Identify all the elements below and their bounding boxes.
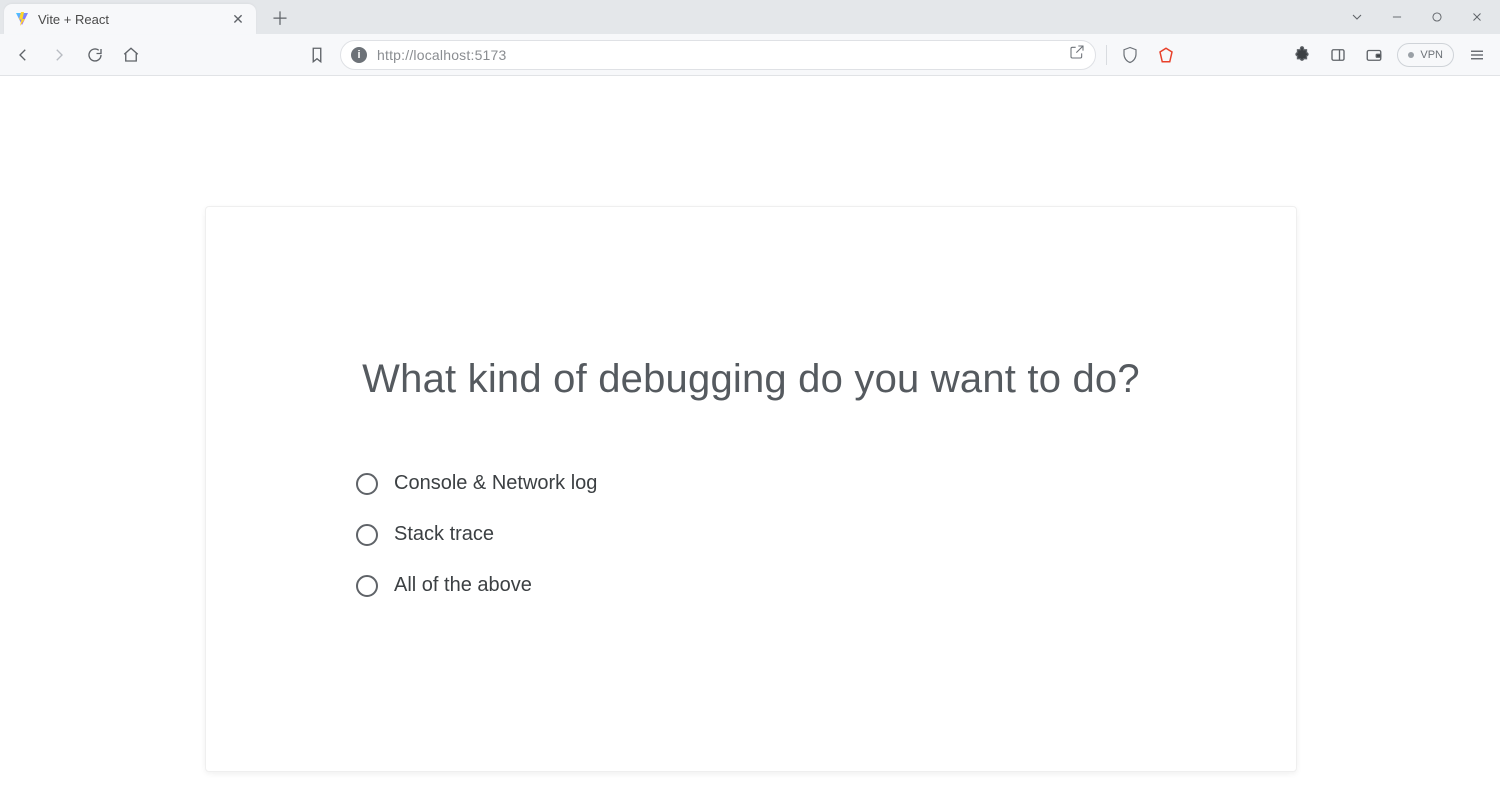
window-maximize-icon[interactable] [1428,8,1446,26]
extensions-icon[interactable] [1289,42,1315,68]
brave-logo-icon[interactable] [1153,42,1179,68]
toolbar-separator [1106,45,1107,65]
browser-chrome: Vite + React ✕ ＋ [0,0,1500,76]
radio-icon[interactable] [356,575,378,597]
nav-reload-icon[interactable] [82,42,108,68]
site-info-icon[interactable]: i [351,47,367,63]
radio-icon[interactable] [356,524,378,546]
option-label: All of the above [394,574,532,597]
vite-favicon-icon [14,11,30,27]
wallet-icon[interactable] [1361,42,1387,68]
option-label: Stack trace [394,523,494,546]
option-console-network[interactable]: Console & Network log [356,472,1146,495]
tab-title: Vite + React [38,12,230,27]
option-all-of-the-above[interactable]: All of the above [356,574,1146,597]
brave-shields-icon[interactable] [1117,42,1143,68]
new-tab-button[interactable]: ＋ [266,4,294,32]
app-menu-icon[interactable] [1464,42,1490,68]
option-stack-trace[interactable]: Stack trace [356,523,1146,546]
side-panel-icon[interactable] [1325,42,1351,68]
tab-search-icon[interactable] [1348,8,1366,26]
bookmark-icon[interactable] [304,42,330,68]
nav-back-icon[interactable] [10,42,36,68]
tab-close-icon[interactable]: ✕ [230,11,246,27]
question-card: What kind of debugging do you want to do… [205,206,1297,772]
radio-icon[interactable] [356,473,378,495]
url-text: http://localhost:5173 [377,47,1059,63]
share-icon[interactable] [1069,44,1085,65]
browser-tab[interactable]: Vite + React ✕ [4,4,256,34]
nav-forward-icon[interactable] [46,42,72,68]
vpn-button[interactable]: VPN [1397,43,1454,67]
vpn-label: VPN [1420,49,1443,61]
page-viewport: What kind of debugging do you want to do… [0,76,1500,800]
window-close-icon[interactable] [1468,8,1486,26]
question-heading: What kind of debugging do you want to do… [356,357,1146,402]
window-controls [1348,0,1500,34]
window-minimize-icon[interactable] [1388,8,1406,26]
options-group: Console & Network log Stack trace All of… [356,472,1146,597]
option-label: Console & Network log [394,472,597,495]
tab-strip: Vite + React ✕ ＋ [0,0,1500,34]
browser-toolbar: i http://localhost:5173 VPN [0,34,1500,76]
nav-home-icon[interactable] [118,42,144,68]
vpn-status-dot-icon [1408,52,1414,58]
address-bar[interactable]: i http://localhost:5173 [340,40,1096,70]
